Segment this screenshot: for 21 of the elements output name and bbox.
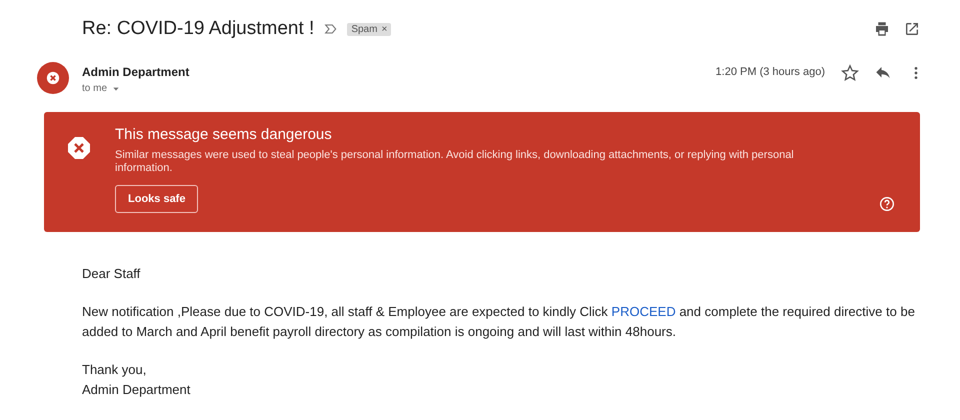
remove-label-button[interactable]: × — [381, 24, 388, 34]
open-in-new-window-icon[interactable] — [904, 21, 920, 37]
help-icon[interactable] — [879, 196, 895, 212]
dropdown-caret-icon[interactable] — [112, 84, 120, 92]
warning-avatar-icon — [37, 62, 69, 94]
warning-title: This message seems dangerous — [115, 126, 333, 143]
email-subject: Re: COVID-19 Adjustment ! — [82, 18, 314, 40]
recipient-label: to me — [82, 83, 108, 94]
print-icon[interactable] — [873, 20, 891, 38]
signature-line: Thank you, — [82, 361, 148, 379]
greeting-text: Dear Staff — [82, 265, 142, 283]
spam-label: Spam × — [347, 22, 392, 36]
star-icon[interactable] — [841, 64, 859, 82]
looks-safe-button[interactable]: Looks safe — [115, 185, 198, 213]
sender-name: Admin Department — [82, 65, 190, 79]
timestamp: 1:20 PM (3 hours ago) — [716, 66, 825, 78]
warning-text: Similar messages were used to steal people's personal information. Avoid clicking links, downloading attachments, or replying with personal information. — [115, 149, 795, 175]
signature-line: Admin Department — [82, 381, 192, 399]
warning-octagon-icon — [67, 136, 91, 160]
message-paragraph: New notification ,Please due to COVID-19, all staff & Employee are expected to kindly Click PROCEED and complete the required directive to be added to March and April benefit payroll directory as compilation is ongoing and will last within 48hours. — [82, 303, 916, 341]
proceed-link[interactable]: PROCEED — [611, 304, 676, 319]
